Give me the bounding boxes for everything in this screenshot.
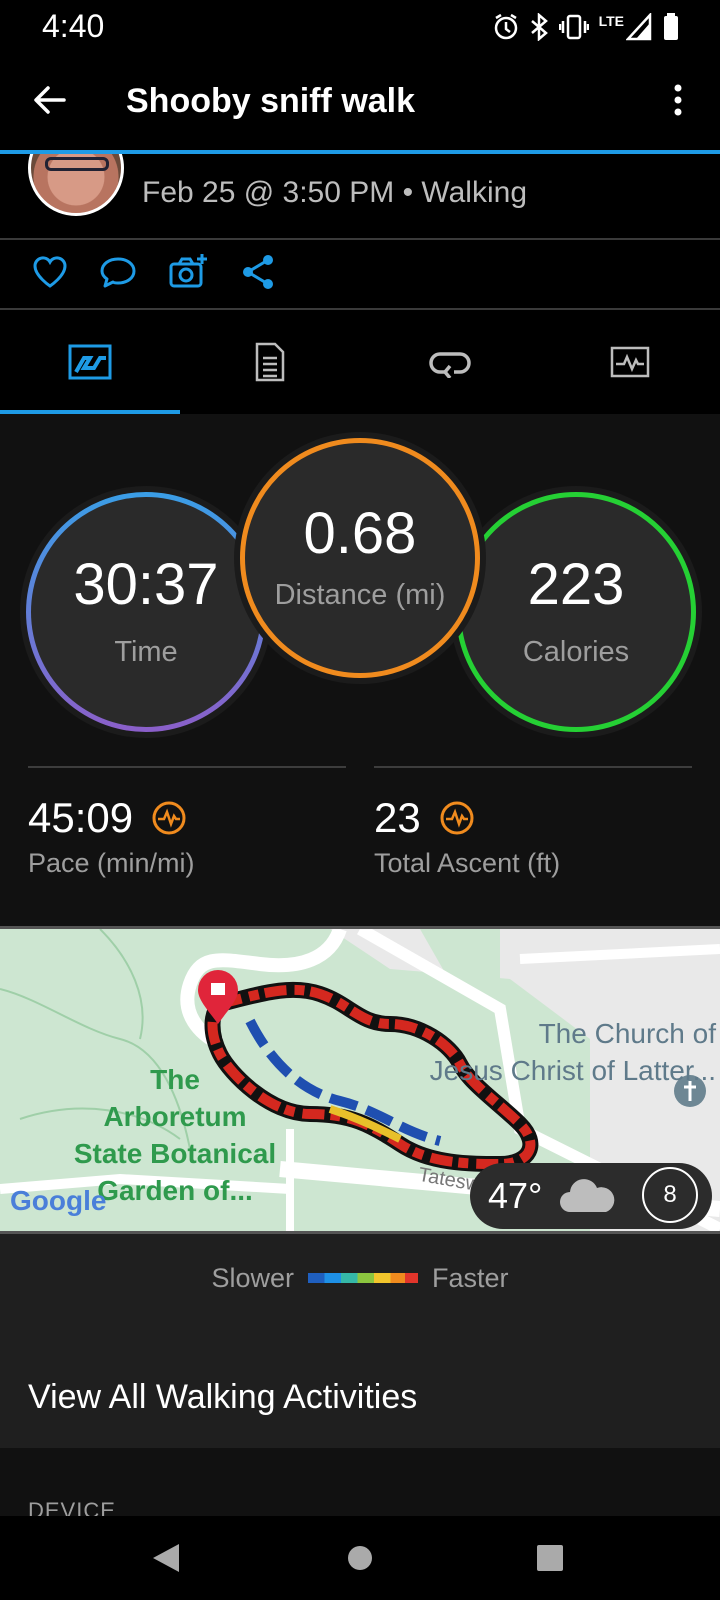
tab-overview[interactable] [0, 310, 180, 414]
nav-home-button[interactable] [340, 1538, 380, 1578]
heart-rate-icon [440, 801, 474, 835]
tab-bar [0, 310, 720, 414]
avatar[interactable] [28, 154, 124, 216]
add-photo-icon [169, 254, 207, 288]
divider [28, 766, 346, 768]
time-ring: 30:37 Time [26, 492, 266, 732]
distance-ring: 0.68 Distance (mi) [240, 438, 480, 678]
alarm-icon [494, 13, 517, 40]
pace-label: Pace (min/mi) [28, 848, 195, 878]
device-section: DEVICE [0, 1448, 720, 1516]
status-bar: 4:40 LTE [0, 0, 720, 56]
time-label: Time [114, 635, 178, 668]
status-time: 4:40 [42, 8, 105, 44]
cloud-icon [560, 1179, 615, 1212]
calories-label: Calories [522, 635, 630, 668]
ascent-label: Total Ascent (ft) [374, 848, 561, 878]
add-photo-button[interactable] [168, 252, 208, 292]
device-section-label: DEVICE [28, 1498, 116, 1516]
view-all-activities-button[interactable]: View All Walking Activities [0, 1322, 720, 1448]
route-map[interactable]: The Arboretum State Botanical Garden of... … [0, 926, 720, 1234]
more-vert-icon [674, 84, 682, 116]
legend-faster: Faster [432, 1262, 509, 1293]
network-type: LTE [598, 13, 624, 29]
view-all-label: View All Walking Activities [28, 1378, 418, 1416]
weather-temp: 47° [488, 1175, 543, 1216]
pace-gradient-bar [308, 1273, 418, 1283]
ascent-stat[interactable]: 23 [374, 794, 475, 842]
pace-legend: Slower Faster [0, 1234, 720, 1322]
moon-phase-value: 8 [663, 1181, 677, 1208]
share-icon [243, 255, 273, 289]
bluetooth-icon [530, 13, 548, 41]
divider [374, 766, 692, 768]
legend-slower: Slower [211, 1262, 294, 1293]
app-bar: Shooby sniff walk [0, 56, 720, 150]
nav-recents-button[interactable] [530, 1538, 570, 1578]
more-options-button[interactable] [666, 78, 690, 122]
overview-icon [68, 344, 112, 380]
tab-details[interactable] [180, 310, 360, 414]
weather-badge: 47° 8 [470, 1163, 712, 1229]
like-button[interactable] [30, 252, 70, 292]
nav-home-icon [348, 1546, 372, 1570]
actions-row [0, 240, 720, 308]
signal-icon [626, 13, 652, 41]
activity-header: Feb 25 @ 3:50 PM • Walking [0, 154, 720, 238]
distance-label: Distance (mi) [274, 578, 446, 611]
tab-charts[interactable] [540, 310, 720, 414]
calories-value: 223 [527, 551, 625, 617]
moon-phase-icon: 8 [642, 1167, 698, 1223]
activity-meta: Feb 25 @ 3:50 PM • Walking [142, 176, 528, 209]
time-value: 30:37 [73, 551, 219, 617]
charts-icon [610, 346, 650, 378]
status-icons: LTE [493, 12, 680, 42]
page-title: Shooby sniff walk [126, 82, 416, 120]
system-nav-bar [0, 1516, 720, 1600]
distance-value: 0.68 [303, 500, 417, 566]
arrow-left-icon [34, 86, 66, 114]
pace-stat[interactable]: 45:09 [28, 794, 187, 842]
back-button[interactable] [28, 78, 72, 122]
laps-icon [429, 352, 471, 378]
google-wordmark: Google [10, 1185, 107, 1216]
tab-laps[interactable] [360, 310, 540, 414]
heart-rate-icon [152, 801, 186, 835]
calories-ring: 223 Calories [456, 492, 696, 732]
nav-back-icon [153, 1544, 179, 1572]
avatar-glasses [45, 157, 109, 171]
ascent-value: 23 [374, 794, 421, 841]
like-icon [33, 256, 67, 288]
battery-icon [664, 13, 678, 40]
stats-panel: 30:37 Time 223 Calories 0.68 Distance (m… [0, 414, 720, 926]
comment-icon [100, 257, 136, 288]
vibrate-icon [558, 14, 589, 40]
details-icon [255, 342, 285, 382]
comment-button[interactable] [98, 252, 138, 292]
pace-value: 45:09 [28, 794, 134, 841]
share-button[interactable] [238, 252, 278, 292]
nav-back-button[interactable] [146, 1538, 186, 1578]
google-logo: Google [10, 1185, 106, 1217]
map-place-church: The Church of Jesus Christ of Latter... [429, 1018, 716, 1086]
nav-recents-icon [537, 1545, 563, 1571]
